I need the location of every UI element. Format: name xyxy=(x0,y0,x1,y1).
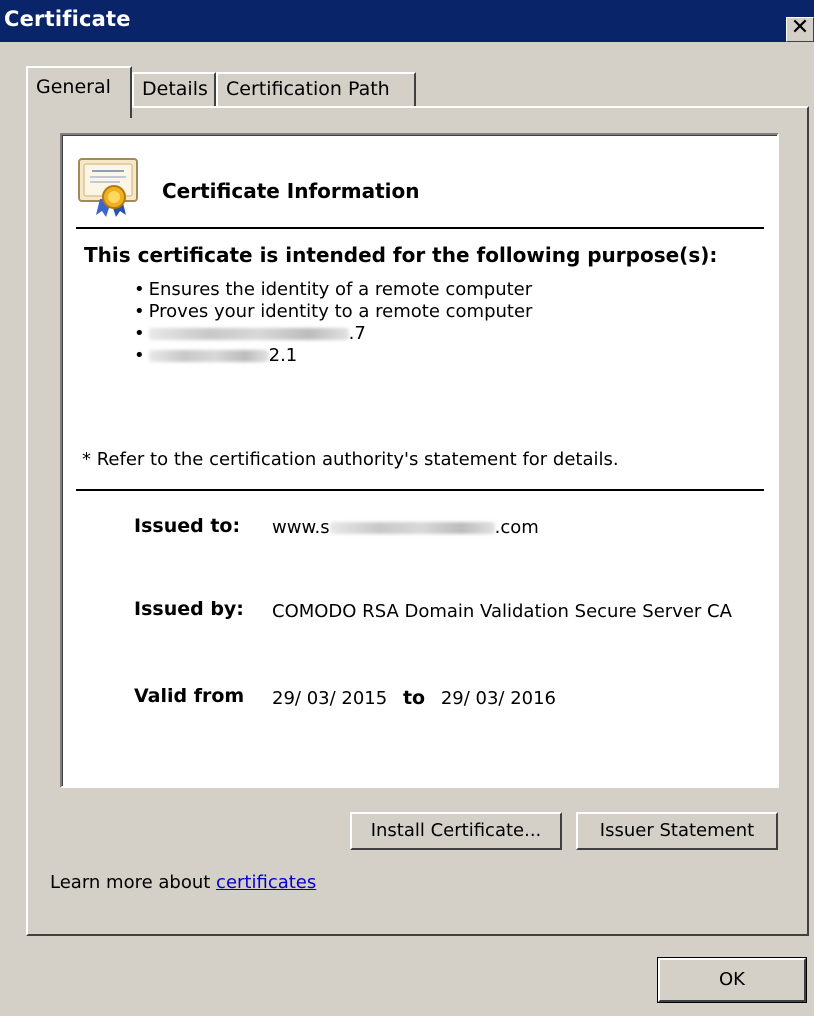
redacted-text xyxy=(148,328,349,340)
certificates-link[interactable]: certificates xyxy=(216,872,316,893)
learn-more-text: Learn more about certificates xyxy=(50,872,317,893)
purpose-list: • Ensures the identity of a remote comput… xyxy=(134,279,532,367)
close-button[interactable]: ✕ xyxy=(786,17,814,42)
window-title: Certificate xyxy=(4,7,131,31)
tab-general[interactable]: General xyxy=(26,66,132,118)
tab-details-label: Details xyxy=(142,78,208,100)
to-label: to xyxy=(402,687,426,709)
certificate-info-box: Certificate Information This certificate… xyxy=(60,133,779,788)
tab-certification-path-label: Certification Path xyxy=(226,78,390,100)
validity-range: 29/ 03/ 2015 to 29/ 03/ 2016 xyxy=(272,687,556,709)
certificate-icon xyxy=(78,158,138,217)
refer-note: * Refer to the certification authority's… xyxy=(82,449,619,470)
issued-to-value: www.s .com xyxy=(272,517,539,538)
divider-top xyxy=(76,227,764,229)
issued-by-label: Issued by: xyxy=(134,598,244,620)
close-icon: ✕ xyxy=(790,15,810,40)
list-item: • .7 xyxy=(134,323,366,344)
issued-by-value: COMODO RSA Domain Validation Secure Serv… xyxy=(272,601,732,622)
divider-bottom xyxy=(76,489,764,491)
issuer-statement-button[interactable]: Issuer Statement xyxy=(576,812,778,850)
title-bar: Certificate ✕ xyxy=(0,0,814,42)
valid-from-date: 29/ 03/ 2015 xyxy=(272,688,388,709)
list-item: • Ensures the identity of a remote comput… xyxy=(134,279,533,300)
list-item: • 2.1 xyxy=(134,345,298,366)
tab-details[interactable]: Details xyxy=(132,72,216,108)
list-item: • Proves your identity to a remote comput… xyxy=(134,301,533,322)
certificate-dialog: Certificate ✕ General Details Certificat… xyxy=(0,0,814,1016)
redacted-text xyxy=(148,350,269,362)
valid-to-date: 29/ 03/ 2016 xyxy=(440,688,557,709)
tab-general-label: General xyxy=(36,76,111,98)
certificate-information-heading: Certificate Information xyxy=(162,179,420,203)
purpose-heading: This certificate is intended for the fol… xyxy=(84,243,718,267)
install-certificate-button[interactable]: Install Certificate... xyxy=(350,812,562,850)
tab-certification-path[interactable]: Certification Path xyxy=(216,72,416,108)
valid-from-label: Valid from xyxy=(134,685,245,707)
issued-to-label: Issued to: xyxy=(134,515,241,537)
redacted-text xyxy=(329,522,495,534)
ok-button[interactable]: OK xyxy=(657,957,807,1003)
